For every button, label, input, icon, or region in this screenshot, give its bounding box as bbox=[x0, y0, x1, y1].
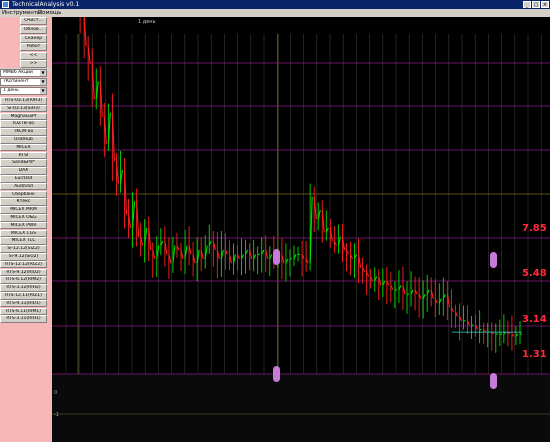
minimize-button[interactable]: _ bbox=[523, 1, 531, 8]
maximize-button[interactable]: □ bbox=[532, 1, 540, 8]
instrument-button[interactable]: RTS-6.11(RIM1) bbox=[0, 307, 47, 316]
level-label: 1.31 bbox=[522, 349, 547, 360]
instrument-button[interactable]: Si-9.12(SiU2) bbox=[0, 253, 47, 261]
chevron-down-icon: ▼ bbox=[40, 70, 46, 76]
instrument-button[interactable]: RTS-9.11(RIU1) bbox=[0, 299, 47, 308]
instrument-button[interactable]: Si-03.13(SiH3) bbox=[0, 104, 47, 113]
clear-button[interactable]: Очист... bbox=[20, 17, 47, 25]
next-button[interactable]: >> bbox=[20, 60, 47, 68]
title-bar: TechnicalAnalysis v0.1 _ □ × bbox=[0, 0, 550, 9]
instrument-button[interactable]: MagnaGaPf bbox=[0, 112, 47, 121]
robot-button[interactable]: Робот bbox=[20, 43, 47, 51]
instrument-button[interactable]: Сбербанк bbox=[0, 190, 47, 199]
marker-pill bbox=[273, 249, 280, 265]
chart-area[interactable]: 7.85 5.48 3.14 1.31 1 день 0 -1 bbox=[52, 17, 550, 442]
instrument-button[interactable]: Sand&Pd* bbox=[0, 159, 47, 167]
instrument-button[interactable]: RTS-3.11(RIH1) bbox=[0, 315, 47, 323]
instrument-button[interactable]: RTS-9.12(RIU2) bbox=[0, 268, 47, 277]
instrument-button[interactable]: RTS-03.13(RIH3) bbox=[0, 97, 47, 105]
instrument-button[interactable]: MICEX MRM bbox=[0, 206, 47, 214]
chevron-down-icon: ▼ bbox=[40, 88, 46, 94]
level-label: 3.14 bbox=[522, 314, 547, 325]
instrument-button[interactable]: Usd/Rub bbox=[0, 136, 47, 144]
chevron-down-icon: ▼ bbox=[40, 79, 46, 85]
lower-panel bbox=[52, 374, 550, 442]
prev-button[interactable]: << bbox=[20, 52, 47, 60]
instrument-button[interactable]: MICEX CGS bbox=[0, 229, 47, 238]
instrument-button[interactable]: MICEX PWR bbox=[0, 221, 47, 230]
market-select-value: MMB6 Акции bbox=[3, 70, 33, 75]
menu-tools[interactable]: Инструменты bbox=[2, 9, 41, 17]
account-select-value: 7Котинент bbox=[3, 79, 29, 84]
period-select-value: 1 день bbox=[3, 88, 19, 93]
period-select[interactable]: 1 день ▼ bbox=[0, 87, 47, 95]
marker-pill bbox=[490, 373, 497, 389]
refresh-button[interactable]: Обнов... bbox=[20, 26, 47, 34]
level-label: 5.48 bbox=[522, 268, 547, 279]
menu-bar: Инструменты Помощь bbox=[0, 9, 550, 17]
marker-pill bbox=[273, 366, 280, 382]
axis-label: -1 bbox=[54, 412, 59, 418]
scanner-button[interactable]: Сканер bbox=[20, 35, 47, 43]
level-label: 7.85 bbox=[522, 223, 547, 234]
close-button[interactable]: × bbox=[541, 1, 549, 8]
instrument-button[interactable]: Si-12.12(SiZ2) bbox=[0, 245, 47, 253]
period-label: 1 день bbox=[138, 19, 156, 25]
instrument-button[interactable]: TKCM-ao bbox=[0, 128, 47, 136]
instrument-button[interactable]: DAX bbox=[0, 167, 47, 175]
price-chart[interactable]: 7.85 5.48 3.14 1.31 1 день 0 -1 bbox=[52, 17, 550, 442]
instrument-button[interactable]: Eur/Usd bbox=[0, 175, 47, 183]
account-select[interactable]: 7Котинент ▼ bbox=[0, 78, 47, 86]
instrument-button[interactable]: RTS-6.12(RIM2) bbox=[0, 276, 47, 284]
instrument-button[interactable]: RTS-12.12(RIZ2) bbox=[0, 260, 47, 269]
axis-label: 0 bbox=[54, 390, 57, 396]
market-select[interactable]: MMB6 Акции ▼ bbox=[0, 69, 47, 77]
instrument-button[interactable]: MICEX TLC bbox=[0, 237, 47, 245]
instrument-button[interactable]: RTS-12.11(RIZ1) bbox=[0, 292, 47, 300]
marker-pill bbox=[490, 252, 497, 268]
instrument-button[interactable]: RTSI bbox=[0, 151, 47, 160]
window-title: TechnicalAnalysis v0.1 bbox=[12, 1, 80, 8]
instrument-button[interactable]: Ктекс bbox=[0, 198, 47, 206]
instrument-button[interactable]: MICEX bbox=[0, 143, 47, 152]
sidebar: Очист... Обнов... Сканер Робот << >> MMB… bbox=[0, 17, 52, 442]
instrument-button[interactable]: RTS-3.12(RIH2) bbox=[0, 284, 47, 292]
instrument-button[interactable]: MICEX O&G bbox=[0, 214, 47, 222]
menu-help[interactable]: Помощь bbox=[38, 9, 61, 17]
instrument-button[interactable]: Aud/Usd bbox=[0, 182, 47, 191]
app-icon bbox=[2, 1, 9, 8]
instrument-button[interactable]: IOZTB-ao bbox=[0, 120, 47, 128]
